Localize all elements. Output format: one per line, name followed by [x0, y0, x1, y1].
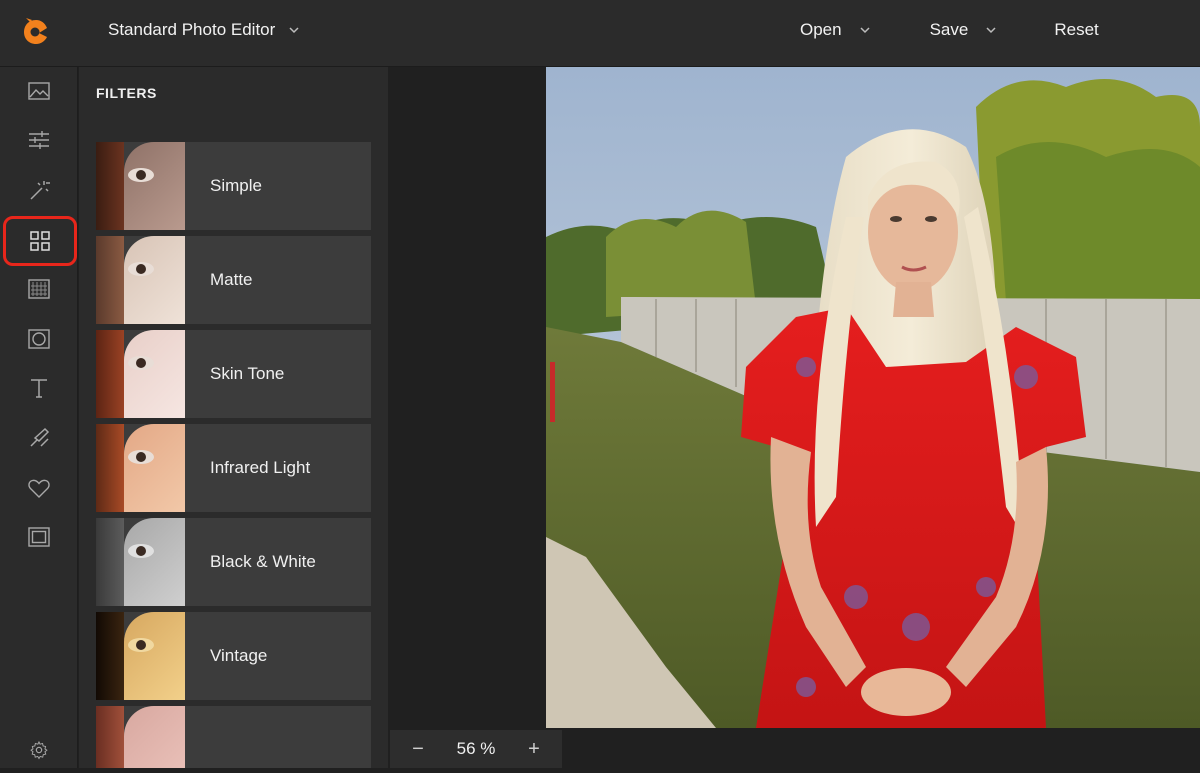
filter-label: Infrared Light: [210, 458, 311, 477]
image-icon: [28, 82, 50, 100]
panel-title: FILTERS: [96, 85, 157, 101]
filter-matte[interactable]: Matte: [96, 236, 371, 324]
rail-item-text[interactable]: [0, 365, 78, 411]
filter-thumbnail: [96, 142, 185, 230]
filter-simple[interactable]: Simple: [96, 142, 371, 230]
filter-label: Simple: [210, 176, 262, 195]
border-icon: [28, 527, 50, 547]
filter-thumbnail: [96, 424, 185, 512]
zoom-out-button[interactable]: −: [408, 738, 428, 761]
open-button[interactable]: Open: [800, 20, 870, 40]
filter-thumbnail: [96, 236, 185, 324]
chevron-down-icon: [986, 27, 996, 34]
filter-label: Matte: [210, 270, 253, 289]
open-label: Open: [800, 20, 842, 39]
save-button[interactable]: Save: [930, 20, 997, 40]
reset-label: Reset: [1054, 20, 1099, 39]
tool-rail: [0, 67, 78, 768]
filter-thumbnail: [96, 518, 185, 606]
filters-grid-icon: [30, 231, 50, 251]
zoom-in-button[interactable]: +: [524, 738, 544, 761]
heart-icon: [28, 479, 50, 498]
reset-button[interactable]: Reset: [1054, 20, 1098, 40]
rail-item-image[interactable]: [0, 68, 78, 114]
rail-item-settings[interactable]: [0, 727, 78, 773]
adjust-sliders-icon: [29, 131, 49, 149]
rail-item-border[interactable]: [0, 514, 78, 560]
filter-infrared-light[interactable]: Infrared Light: [96, 424, 371, 512]
filter-vintage[interactable]: Vintage: [96, 612, 371, 700]
rail-item-filters[interactable]: [3, 216, 77, 266]
magic-wand-icon: [30, 181, 50, 200]
app-logo-icon[interactable]: [22, 18, 50, 46]
brush-icon: [30, 427, 50, 447]
filters-panel: FILTERS Simple Matte Skin Tone Infrared …: [79, 67, 388, 768]
rail-item-magic[interactable]: [0, 167, 78, 213]
zoom-control: − 56 % +: [390, 730, 562, 768]
rail-item-frame[interactable]: [0, 316, 78, 362]
editor-mode-dropdown[interactable]: Standard Photo Editor: [108, 20, 299, 40]
filter-partial[interactable]: [96, 706, 371, 768]
text-icon: [31, 379, 47, 398]
rail-item-adjust[interactable]: [0, 117, 78, 163]
edited-photo: [546, 67, 1200, 728]
bottom-bar: − 56 % +: [388, 728, 1200, 768]
rail-item-favorites[interactable]: [0, 465, 78, 511]
filter-thumbnail: [96, 330, 185, 418]
filter-thumbnail: [96, 612, 185, 700]
filter-label: Black & White: [210, 552, 316, 571]
zoom-level: 56 %: [456, 739, 496, 758]
filter-label: Skin Tone: [210, 364, 285, 383]
vignette-icon: [28, 329, 50, 349]
filter-label: Vintage: [210, 646, 268, 665]
gear-icon: [30, 740, 48, 760]
filter-black-white[interactable]: Black & White: [96, 518, 371, 606]
app-title: Standard Photo Editor: [108, 20, 276, 39]
canvas-margin: [388, 67, 546, 728]
filter-thumbnail: [96, 706, 185, 768]
rail-item-draw[interactable]: [0, 415, 78, 461]
top-bar: Standard Photo Editor Open Save Reset: [0, 0, 1200, 67]
texture-icon: [28, 279, 50, 299]
photo-canvas[interactable]: [546, 67, 1200, 728]
filter-skin-tone[interactable]: Skin Tone: [96, 330, 371, 418]
rail-item-texture[interactable]: [0, 266, 78, 312]
chevron-down-icon: [860, 27, 870, 34]
save-label: Save: [929, 20, 969, 39]
chevron-down-icon: [289, 27, 299, 34]
